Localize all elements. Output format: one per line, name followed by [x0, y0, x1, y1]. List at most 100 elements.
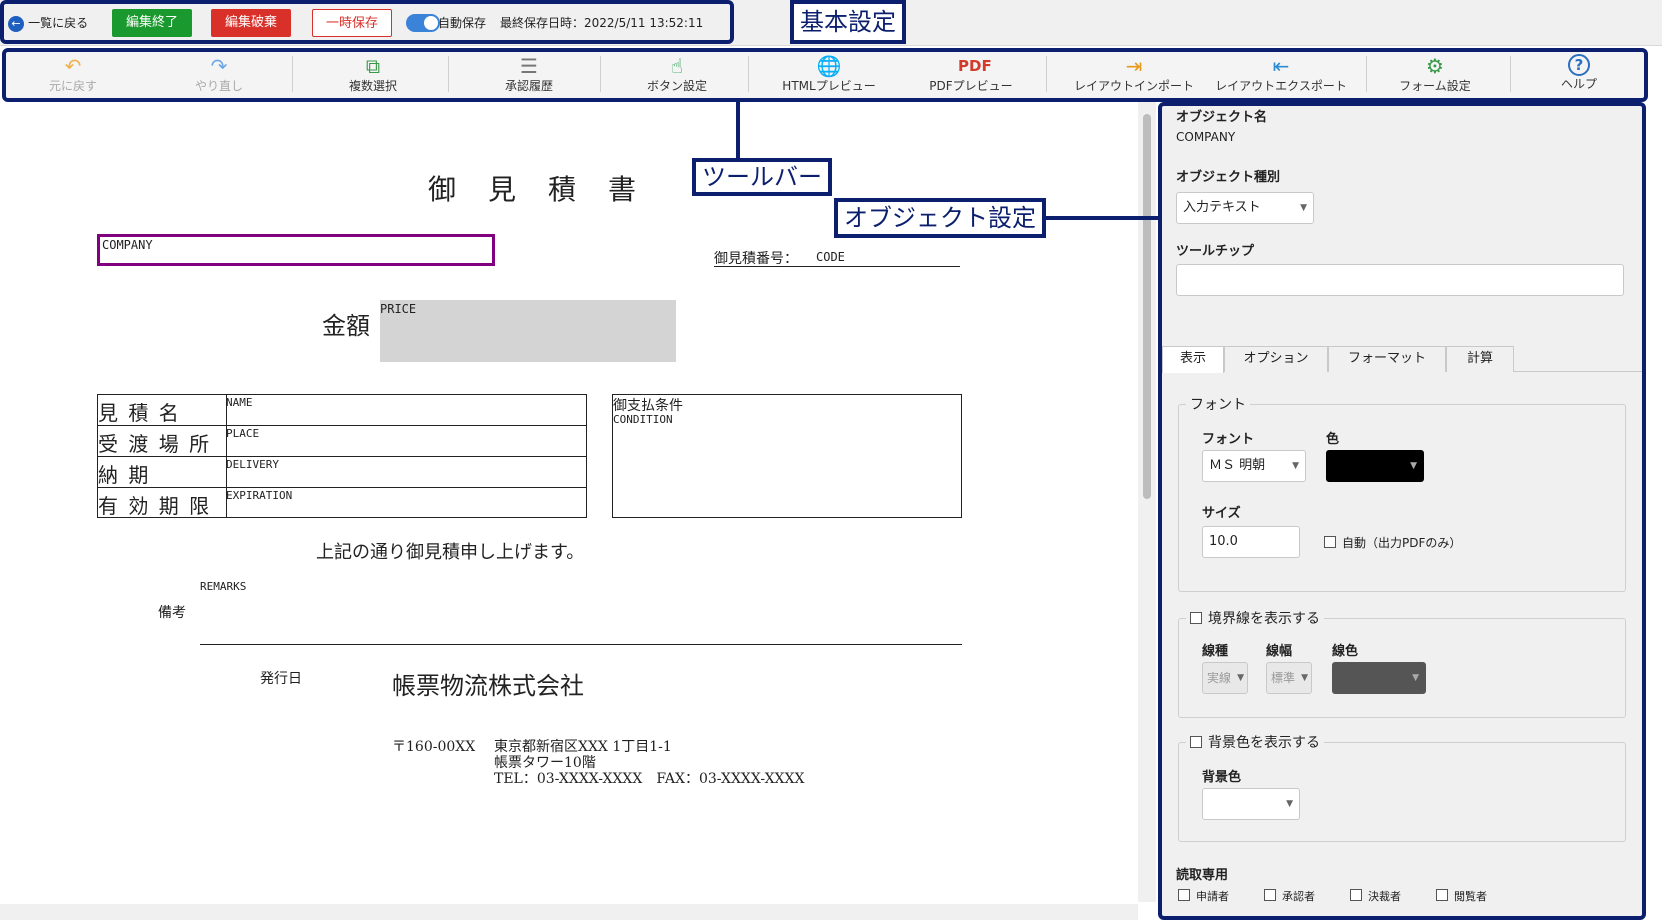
company-field[interactable]: COMPANY [97, 234, 495, 266]
html-preview-label: HTMLプレビュー [782, 79, 876, 93]
line-width-value: 標準 [1271, 671, 1296, 685]
redo-label: やり直し [194, 79, 243, 93]
export-icon: ⇤ [1272, 54, 1290, 78]
table-row-value[interactable]: EXPIRATION [226, 489, 292, 502]
button-settings-label: ボタン設定 [646, 79, 707, 93]
layout-import-button[interactable]: ⇥ レイアウトインポート [1060, 50, 1208, 98]
object-name-value: COMPANY [1176, 130, 1236, 144]
redo-icon: ↷ [210, 54, 228, 78]
finish-edit-button[interactable]: 編集終了 [112, 9, 192, 37]
back-arrow-icon: ← [8, 15, 24, 32]
tab-calculation[interactable]: 計算 [1446, 346, 1514, 372]
line-type-select[interactable]: 実線 ▼ [1202, 662, 1248, 694]
toolbar-divider [1046, 56, 1047, 92]
layout-export-label: レイアウトエクスポート [1215, 79, 1347, 93]
gear-icon: ⚙ [1426, 54, 1444, 78]
font-group-title: フォント [1186, 394, 1250, 414]
table-row-value[interactable]: DELIVERY [226, 458, 279, 471]
object-type-select[interactable]: 入力テキスト ▼ [1176, 192, 1314, 224]
chevron-down-icon: ▼ [1301, 673, 1308, 683]
postal-code: 〒160-00XX [392, 739, 476, 755]
checkbox[interactable] [1178, 889, 1190, 901]
checkbox[interactable] [1436, 889, 1448, 901]
canvas-vertical-scrollbar[interactable] [1138, 102, 1156, 902]
background-group-title[interactable]: 背景色を表示する [1186, 732, 1324, 752]
canvas-horizontal-scrollbar[interactable] [0, 904, 1138, 920]
last-saved-text: 最終保存日時：2022/5/11 13:52:11 [500, 16, 704, 30]
tab-display[interactable]: 表示 [1162, 346, 1224, 373]
font-color-select[interactable]: ▼ [1326, 450, 1424, 482]
table-row-value[interactable]: NAME [226, 396, 253, 409]
chevron-down-icon: ▼ [1412, 673, 1419, 683]
info-table: 見 積 名 NAME 受 渡 場 所 PLACE 納 期 DELIVERY 有 … [97, 394, 587, 518]
font-value: ＭＳ 明朝 [1209, 458, 1266, 473]
readonly-option-label: 閲覧者 [1454, 890, 1487, 903]
tab-options[interactable]: オプション [1224, 346, 1328, 372]
checkbox[interactable] [1190, 736, 1202, 748]
html-preview-button[interactable]: 🌐 HTMLプレビュー [764, 50, 894, 98]
readonly-option[interactable]: 承認者 [1264, 888, 1315, 904]
multi-select-button[interactable]: ⧉ 複数選択 [308, 50, 438, 98]
readonly-option[interactable]: 閲覧者 [1436, 888, 1487, 904]
payment-condition-box: 御支払条件 CONDITION [612, 394, 962, 518]
back-link[interactable]: ← 一覧に戻る [8, 9, 88, 37]
object-type-label: オブジェクト種別 [1176, 170, 1281, 185]
border-group-title[interactable]: 境界線を表示する [1186, 608, 1324, 628]
approval-history-button[interactable]: ☰ 承認履歴 [464, 50, 594, 98]
discard-edit-button[interactable]: 編集破棄 [211, 9, 291, 37]
temp-save-button[interactable]: 一時保存 [312, 9, 392, 37]
autosave-toggle[interactable] [406, 14, 440, 32]
chevron-down-icon: ▼ [1286, 799, 1293, 809]
form-settings-label: フォーム設定 [1399, 79, 1471, 93]
tab-format[interactable]: フォーマット [1328, 346, 1446, 372]
checkbox[interactable] [1264, 889, 1276, 901]
undo-icon: ↶ [64, 54, 82, 78]
tooltip-input[interactable] [1176, 264, 1624, 296]
font-select[interactable]: ＭＳ 明朝 ▼ [1202, 450, 1306, 482]
globe-icon: 🌐 [816, 54, 842, 78]
checkbox[interactable] [1324, 536, 1336, 548]
autosave-label: 自動保存 [438, 16, 487, 30]
help-button[interactable]: ? ヘルプ [1524, 50, 1634, 98]
object-settings-callout: オブジェクト設定 [834, 198, 1046, 238]
line-width-select[interactable]: 標準 ▼ [1266, 662, 1312, 694]
line-color-select[interactable]: ▼ [1332, 662, 1426, 694]
layout-import-label: レイアウトインポート [1073, 79, 1194, 93]
size-input[interactable]: 10.0 [1202, 526, 1300, 558]
quote-no-value[interactable]: CODE [816, 250, 845, 264]
table-row-label: 納 期 [98, 463, 151, 487]
size-label: サイズ [1202, 506, 1241, 521]
redo-button[interactable]: ↷ やり直し [154, 50, 284, 98]
toolbar-divider [292, 56, 293, 92]
undo-button[interactable]: ↶ 元に戻す [8, 50, 138, 98]
readonly-option[interactable]: 決裁者 [1350, 888, 1401, 904]
readonly-option[interactable]: 申請者 [1178, 888, 1229, 904]
toolbar-divider [1510, 56, 1511, 92]
toolbar-divider [448, 56, 449, 92]
chevron-down-icon: ▼ [1300, 203, 1307, 213]
payment-condition-value[interactable]: CONDITION [613, 413, 673, 426]
undo-label: 元に戻す [48, 79, 97, 93]
chevron-down-icon: ▼ [1292, 461, 1299, 471]
checkbox[interactable] [1350, 889, 1362, 901]
auto-size-label: 自動（出力PDFのみ） [1342, 536, 1462, 550]
bg-color-select[interactable]: ▼ [1202, 788, 1300, 820]
readonly-label: 読取専用 [1176, 868, 1229, 883]
remarks-field[interactable]: REMARKS [200, 580, 246, 593]
price-field[interactable]: PRICE [380, 300, 676, 362]
contact-line: TEL：03-XXXX-XXXX FAX：03-XXXX-XXXX [494, 771, 805, 787]
scrollbar-thumb[interactable] [1143, 114, 1151, 499]
company-field-text: COMPANY [102, 238, 153, 252]
back-label: 一覧に戻る [28, 16, 89, 30]
toolbar-divider [1366, 56, 1367, 92]
auto-size-option[interactable]: 自動（出力PDFのみ） [1324, 534, 1461, 551]
table-row-label: 有 効 期 限 [98, 494, 212, 518]
button-settings-button[interactable]: ☝ ボタン設定 [612, 50, 742, 98]
checkbox[interactable] [1190, 612, 1202, 624]
basic-settings-callout: 基本設定 [790, 0, 906, 44]
statement-text: 上記の通り御見積申し上げます。 [316, 542, 585, 563]
pdf-preview-button[interactable]: PDF PDFプレビュー [906, 50, 1036, 98]
layout-export-button[interactable]: ⇤ レイアウトエクスポート [1206, 50, 1356, 98]
table-row-value[interactable]: PLACE [226, 427, 259, 440]
form-settings-button[interactable]: ⚙ フォーム設定 [1370, 50, 1500, 98]
